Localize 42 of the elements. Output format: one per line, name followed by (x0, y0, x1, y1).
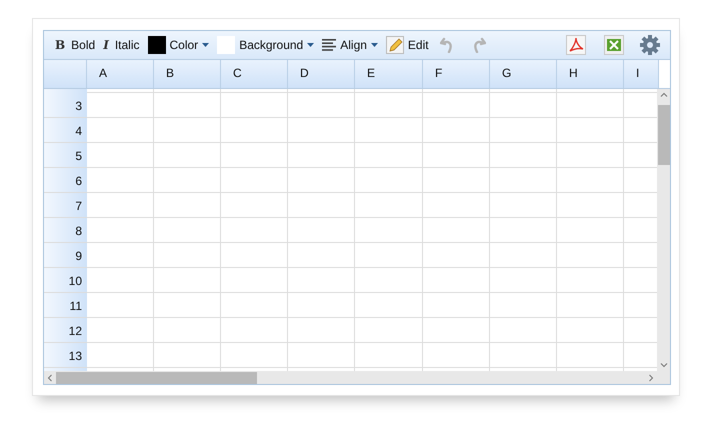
row-number: 3 (44, 93, 87, 117)
color-picker-button[interactable]: Color (144, 33, 212, 57)
scroll-right-icon (649, 374, 654, 382)
column-header: H (557, 60, 624, 88)
edit-button[interactable]: Edit (382, 33, 432, 57)
column-header: E (355, 60, 423, 88)
caret-icon (370, 43, 378, 47)
scroll-thumb[interactable] (56, 372, 257, 384)
row-number: 8 (44, 218, 87, 242)
row-number: 6 (44, 168, 87, 192)
column-header: F (423, 60, 490, 88)
settings-icon[interactable] (640, 35, 660, 55)
column-header: A (87, 60, 154, 88)
pdf-icon[interactable] (566, 35, 586, 55)
row-number: 10 (44, 268, 87, 292)
spreadsheet-icon[interactable] (604, 35, 624, 55)
color-picker-button[interactable]: Background (214, 33, 318, 57)
caret-icon (307, 43, 314, 47)
align-button[interactable]: Align (319, 33, 381, 57)
scroll-left-icon (47, 374, 52, 382)
horizontal-scrollbar[interactable] (44, 371, 670, 384)
bold-button[interactable]: B Bold (52, 33, 98, 57)
vertical-scrollbar[interactable] (657, 89, 670, 371)
scroll-up-icon (660, 92, 668, 97)
caret-icon (202, 43, 210, 47)
row-number: 5 (44, 143, 87, 167)
align-lines-icon (322, 39, 336, 51)
scroll-down-icon (660, 363, 668, 368)
column-header: B (154, 60, 221, 88)
column-header: C (221, 60, 288, 88)
row-number: 13 (44, 343, 87, 367)
row-number: 4 (44, 118, 87, 142)
pencil-icon (386, 36, 404, 54)
row-number: 12 (44, 318, 87, 342)
column-header: G (490, 60, 557, 88)
row-number: 9 (44, 243, 87, 267)
italic-button[interactable]: I Italic (100, 33, 142, 57)
row-number: 11 (44, 293, 87, 317)
scroll-thumb[interactable] (658, 105, 670, 165)
row-number: 7 (44, 193, 87, 217)
column-header: D (288, 60, 355, 88)
column-header: I (624, 60, 659, 88)
